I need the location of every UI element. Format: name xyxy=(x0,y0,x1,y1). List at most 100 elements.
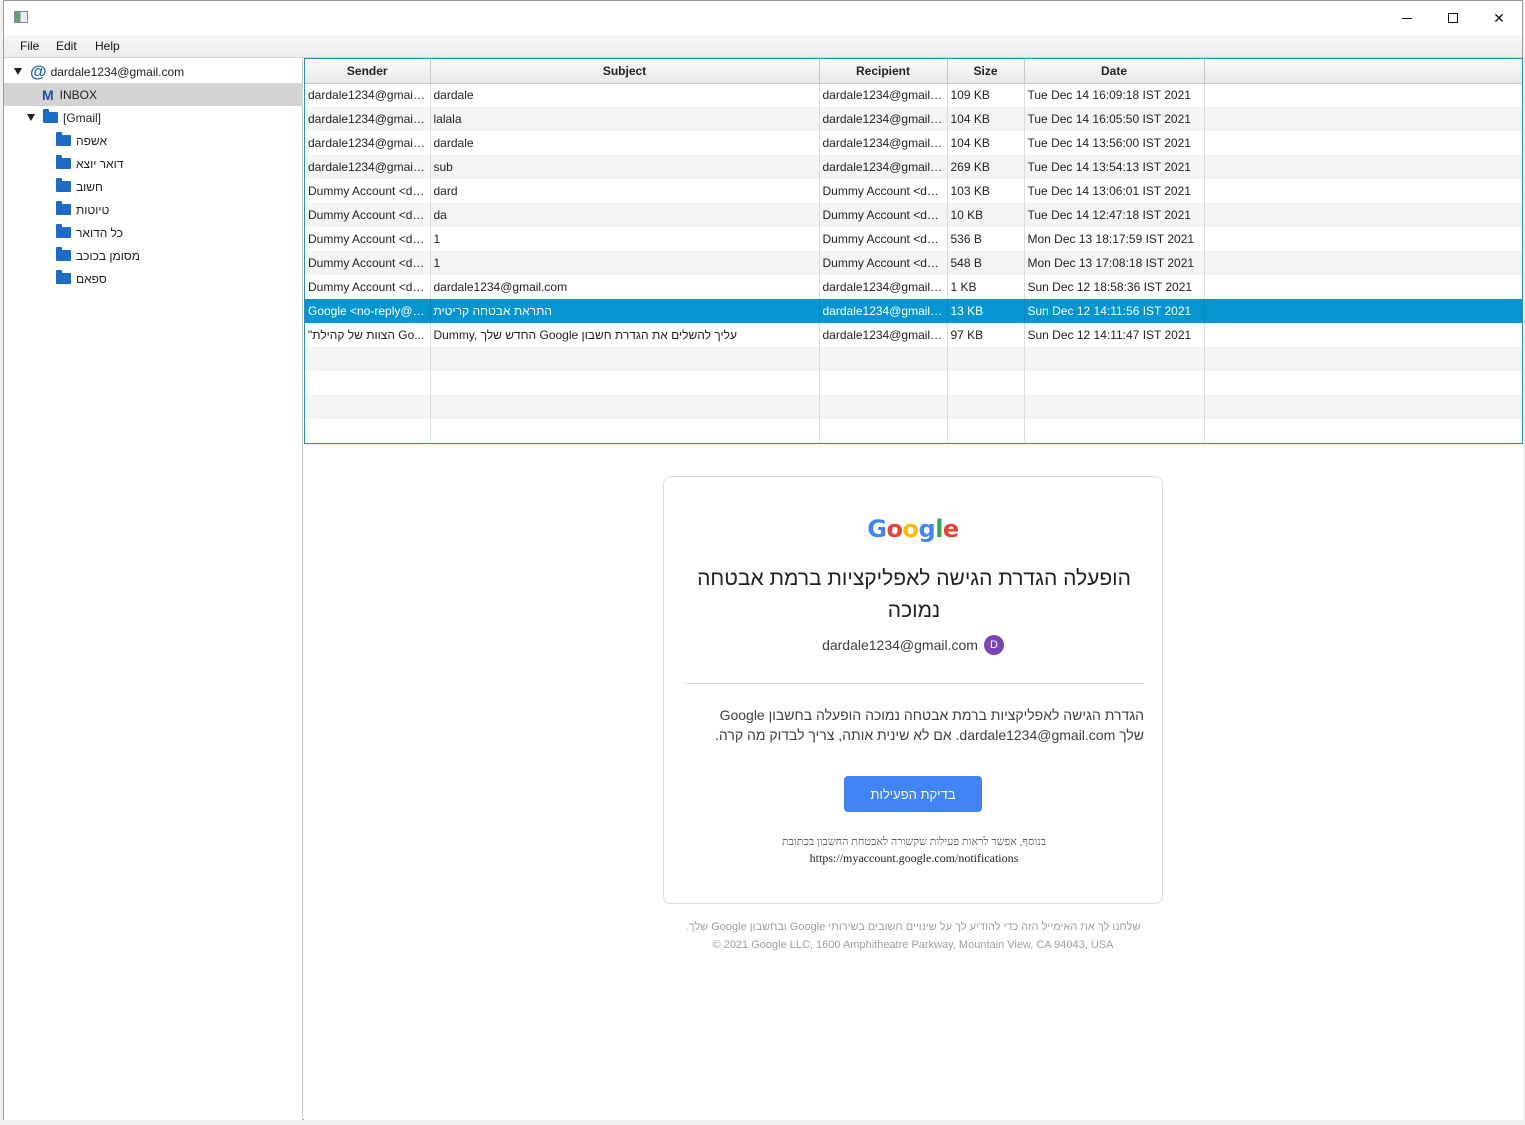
folder-icon xyxy=(56,132,71,146)
close-button[interactable]: ✕ xyxy=(1476,1,1522,35)
empty-cell xyxy=(430,347,820,371)
table-row[interactable]: Dummy Account <dummy>1Dummy Account <dum… xyxy=(305,251,1522,275)
menu-edit[interactable]: Edit xyxy=(56,39,77,53)
tree-folder[interactable]: ספאם xyxy=(4,267,303,290)
empty-cell xyxy=(947,395,1025,419)
tree-folder[interactable]: מסומן בכוכב xyxy=(4,244,303,267)
table-row[interactable]: Dummy Account <dummy>daDummy Account <du… xyxy=(305,203,1522,227)
message-table: Sender Subject Recipient Size Date darda… xyxy=(304,58,1523,444)
logo-letter: G xyxy=(867,515,887,543)
tree-folder[interactable]: טיוטות xyxy=(4,198,303,221)
cell-sender: Google <no-reply@accounts.google.com> xyxy=(305,299,431,323)
tree-folder[interactable]: דואר יוצא xyxy=(4,152,303,175)
menu-help[interactable]: Help xyxy=(95,39,120,53)
maximize-button[interactable] xyxy=(1430,1,1476,35)
table-row[interactable]: dardale1234@gmail.com sub dardale1234@gmai… xyxy=(305,155,1522,179)
app-window: ✕ File Edit Help @ dardale1234@gmail.com… xyxy=(3,0,1523,1120)
tree-folder-label: טיוטות xyxy=(76,202,110,217)
cell-sender: dardale1234@gmail.com xyxy=(305,107,431,131)
tree-folder-label: ספאם xyxy=(76,271,107,286)
cell-size: 104 KB xyxy=(947,107,1025,131)
empty-cell xyxy=(1024,347,1205,371)
cell-subject: da xyxy=(430,203,820,227)
tree-folder[interactable]: חשוב xyxy=(4,175,303,198)
folder-icon xyxy=(56,178,71,192)
expand-icon[interactable] xyxy=(14,68,22,75)
cell-date: Tue Dec 14 12:47:18 IST 2021 xyxy=(1024,203,1205,227)
tree-folder-label: אשפה xyxy=(76,133,107,148)
cell-sender: dardale1234@gmail.com xyxy=(305,155,431,179)
notifications-link[interactable]: https://myaccount.google.com/notificatio… xyxy=(810,851,1019,865)
empty-row xyxy=(305,395,1522,419)
cell-filler xyxy=(1204,227,1522,251)
cell-size: 536 B xyxy=(947,227,1025,251)
tree-folder[interactable]: אשפה xyxy=(4,129,303,152)
cell-size: 13 KB xyxy=(947,299,1025,323)
email-card: Google הופעלה הגדרת הגישה לאפליקציות ברמ… xyxy=(663,476,1163,904)
cell-sender: dardale1234@gmail.com xyxy=(305,131,431,155)
column-header-recipient[interactable]: Recipient xyxy=(819,59,948,84)
empty-cell xyxy=(430,395,820,419)
empty-cell xyxy=(305,371,431,395)
account-email: dardale1234@gmail.com xyxy=(822,637,978,653)
folder-icon xyxy=(56,270,71,284)
tree-inbox[interactable]: M INBOX xyxy=(4,83,303,106)
cell-sender: dardale1234@gmail.com xyxy=(305,83,431,107)
cell-filler xyxy=(1204,275,1522,299)
tree-folder[interactable]: כל הדואר xyxy=(4,221,303,244)
empty-cell xyxy=(1024,419,1205,443)
cell-date: Sun Dec 12 14:11:47 IST 2021 xyxy=(1024,323,1205,347)
empty-cell xyxy=(819,419,948,443)
table-row[interactable]: dardale1234@gmail.com lalala dardale1234@g… xyxy=(305,107,1522,131)
note-text: בנוסף, אפשר לראות פעילות שקשורה לאבטחת ה… xyxy=(781,836,1047,848)
tree-account[interactable]: @ dardale1234@gmail.com xyxy=(4,60,303,83)
table-row[interactable]: Dummy Account <dummy>1Dummy Account <dum… xyxy=(305,227,1522,251)
cell-subject: lalala xyxy=(430,107,820,131)
cell-size: 1 KB xyxy=(947,275,1025,299)
message-preview: Google הופעלה הגדרת הגישה לאפליקציות ברמ… xyxy=(304,444,1523,1120)
cell-subject: dardale xyxy=(430,131,820,155)
column-header-size[interactable]: Size xyxy=(947,59,1025,84)
table-row[interactable]: dardale1234@gmail.com dardale dardale1234@… xyxy=(305,131,1522,155)
cell-filler xyxy=(1204,107,1522,131)
logo-letter: o xyxy=(902,515,920,543)
column-header-sender[interactable]: Sender xyxy=(305,59,431,84)
cell-subject: dardale xyxy=(430,83,820,107)
table-row[interactable]: "הצוות של קהילת Go... Dummy, החדש שלך Goo… xyxy=(305,323,1522,347)
cell-recipient: dardale1234@gmail.com xyxy=(819,107,948,131)
tree-folder-label: חשוב xyxy=(76,179,103,194)
table-row[interactable]: dardale1234@gmail.com dardale dardale1234@… xyxy=(305,83,1522,107)
footer-notice: שלחנו לך את האימייל הזה כדי להודיע לך על… xyxy=(685,921,1141,933)
cell-recipient: Dummy Account <dummy> xyxy=(819,227,948,251)
cell-date: Tue Dec 14 13:54:13 IST 2021 xyxy=(1024,155,1205,179)
column-header-subject[interactable]: Subject xyxy=(430,59,820,84)
column-header-date[interactable]: Date xyxy=(1024,59,1205,84)
empty-cell xyxy=(430,371,820,395)
footer-copyright: © 2021 Google LLC, 1600 Amphitheatre Par… xyxy=(712,939,1114,951)
expand-icon[interactable] xyxy=(27,114,35,121)
column-header-filler xyxy=(1204,59,1522,84)
cell-subject: התראת אבטחה קריטית xyxy=(430,299,820,323)
table-row[interactable]: Dummy Account <dummy>dardale1234@gmail.c… xyxy=(305,275,1522,299)
cell-recipient: dardale1234@gmail.com xyxy=(819,131,948,155)
cell-size: 104 KB xyxy=(947,131,1025,155)
cell-subject: dardale1234@gmail.com xyxy=(430,275,820,299)
menu-file[interactable]: File xyxy=(20,39,39,53)
minimize-button[interactable] xyxy=(1384,1,1430,35)
table-row[interactable]: Google <no-reply@accounts.google.com>התר… xyxy=(305,299,1522,323)
avatar: D xyxy=(983,635,1004,655)
cell-filler xyxy=(1204,155,1522,179)
empty-cell xyxy=(819,371,948,395)
email-title: הופעלה הגדרת הגישה לאפליקציות ברמת אבטחה… xyxy=(697,567,1131,622)
empty-cell xyxy=(1024,395,1205,419)
cell-sender: Dummy Account <dummy> xyxy=(305,203,431,227)
empty-cell xyxy=(1204,419,1522,443)
tree-gmail[interactable]: [Gmail] xyxy=(4,106,303,129)
empty-cell xyxy=(305,347,431,371)
table-row[interactable]: Dummy Account <dummy>dardDummy Account <… xyxy=(305,179,1522,203)
cell-recipient: Dummy Account <dummy> xyxy=(819,179,948,203)
logo-letter: g xyxy=(918,515,936,543)
check-activity-button[interactable]: בדיקת הפעילות xyxy=(844,776,982,812)
cell-size: 10 KB xyxy=(947,203,1025,227)
tree-account-label: dardale1234@gmail.com xyxy=(50,64,185,79)
